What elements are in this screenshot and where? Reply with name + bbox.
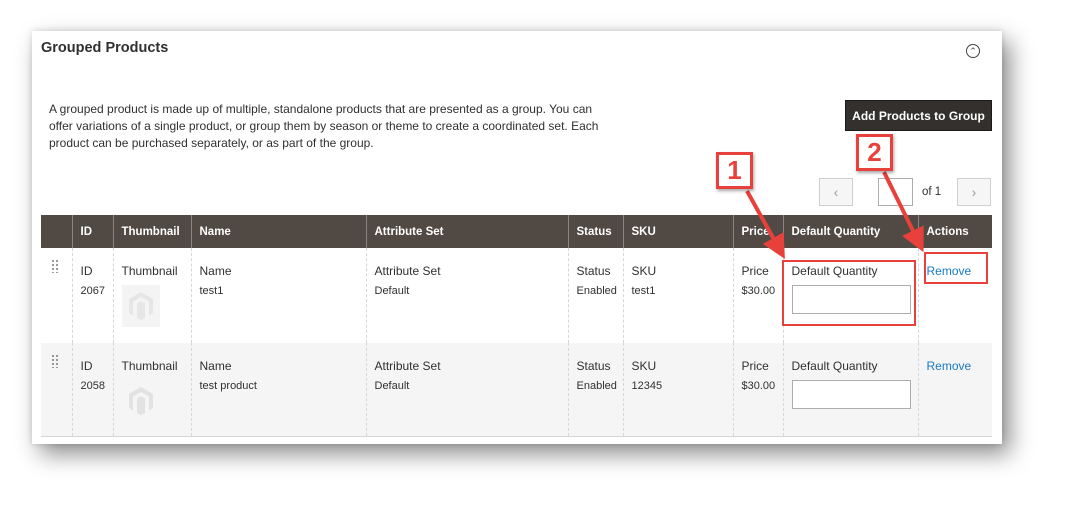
column-header-price[interactable]: Price: [732, 215, 783, 248]
column-header-status[interactable]: Status: [567, 215, 623, 248]
product-attribute-set: Default: [374, 380, 410, 392]
grouped-products-grid: ID Thumbnail Name Attribute Set Status S…: [41, 215, 992, 437]
product-price: $30.00: [741, 380, 776, 392]
page-number-input[interactable]: [878, 178, 913, 206]
cell-label-id: ID: [80, 264, 93, 278]
cell-label-price: Price: [741, 359, 769, 373]
chevron-right-icon[interactable]: ›: [957, 178, 991, 206]
column-header-attribute-set[interactable]: Attribute Set: [365, 215, 568, 248]
cell-label-thumbnail: Thumbnail: [121, 264, 178, 278]
product-name: test1: [199, 285, 224, 297]
cell-label-status: Status: [576, 264, 611, 278]
column-header-actions: Actions: [917, 215, 992, 248]
product-price: $30.00: [741, 285, 776, 297]
product-thumbnail-placeholder-icon: [121, 285, 160, 327]
product-id: 2058: [80, 380, 105, 392]
chevron-up-circle-icon[interactable]: ⌃: [966, 44, 980, 58]
annotation-number-1: 1: [716, 152, 753, 189]
remove-link[interactable]: Remove: [927, 264, 972, 278]
cell-label-name: Name: [199, 359, 232, 373]
cell-label-attribute-set: Attribute Set: [374, 264, 441, 278]
remove-link[interactable]: Remove: [927, 359, 972, 373]
cell-label-name: Name: [199, 264, 232, 278]
cell-label-attribute-set: Attribute Set: [374, 359, 441, 373]
cell-label-thumbnail: Thumbnail: [121, 359, 178, 373]
default-quantity-input[interactable]: [791, 285, 911, 314]
column-header-thumbnail[interactable]: Thumbnail: [112, 215, 191, 248]
column-header-id[interactable]: ID: [71, 215, 113, 248]
table-row: ID 2067 Thumbnail Name test1 Attribute S…: [41, 248, 992, 343]
grid-header-row: ID Thumbnail Name Attribute Set Status S…: [41, 215, 992, 248]
chevron-left-icon[interactable]: ‹: [819, 178, 853, 206]
section-description: A grouped product is made up of multiple…: [49, 102, 599, 150]
column-header-default-quantity[interactable]: Default Quantity: [782, 215, 918, 248]
cell-label-default-quantity: Default Quantity: [791, 264, 878, 278]
product-attribute-set: Default: [374, 285, 410, 297]
default-quantity-input[interactable]: [791, 380, 911, 409]
column-header-name[interactable]: Name: [190, 215, 366, 248]
product-thumbnail-placeholder-icon: [121, 380, 160, 422]
cell-label-id: ID: [80, 359, 93, 373]
add-products-to-group-button[interactable]: Add Products to Group: [845, 100, 992, 131]
product-sku: 12345: [631, 380, 663, 392]
cell-label-status: Status: [576, 359, 611, 373]
page-count-label: of 1: [922, 186, 942, 198]
product-status: Enabled: [576, 285, 617, 297]
cell-label-default-quantity: Default Quantity: [791, 359, 878, 373]
product-sku: test1: [631, 285, 656, 297]
cell-label-sku: SKU: [631, 359, 657, 373]
annotation-number-2: 2: [856, 134, 893, 171]
product-id: 2067: [80, 285, 105, 297]
cell-label-price: Price: [741, 264, 769, 278]
product-status: Enabled: [576, 380, 617, 392]
table-row: ID 2058 Thumbnail Name test product Attr…: [41, 343, 992, 437]
section-title: Grouped Products: [41, 40, 169, 56]
drag-handle-icon[interactable]: [51, 354, 59, 368]
drag-handle-icon[interactable]: [51, 259, 59, 273]
column-header-sku[interactable]: SKU: [622, 215, 733, 248]
product-name: test product: [199, 380, 257, 392]
column-header-drag: [41, 215, 72, 248]
cell-label-sku: SKU: [631, 264, 657, 278]
grouped-products-panel: Grouped Products ⌃ A grouped product is …: [32, 31, 1002, 444]
